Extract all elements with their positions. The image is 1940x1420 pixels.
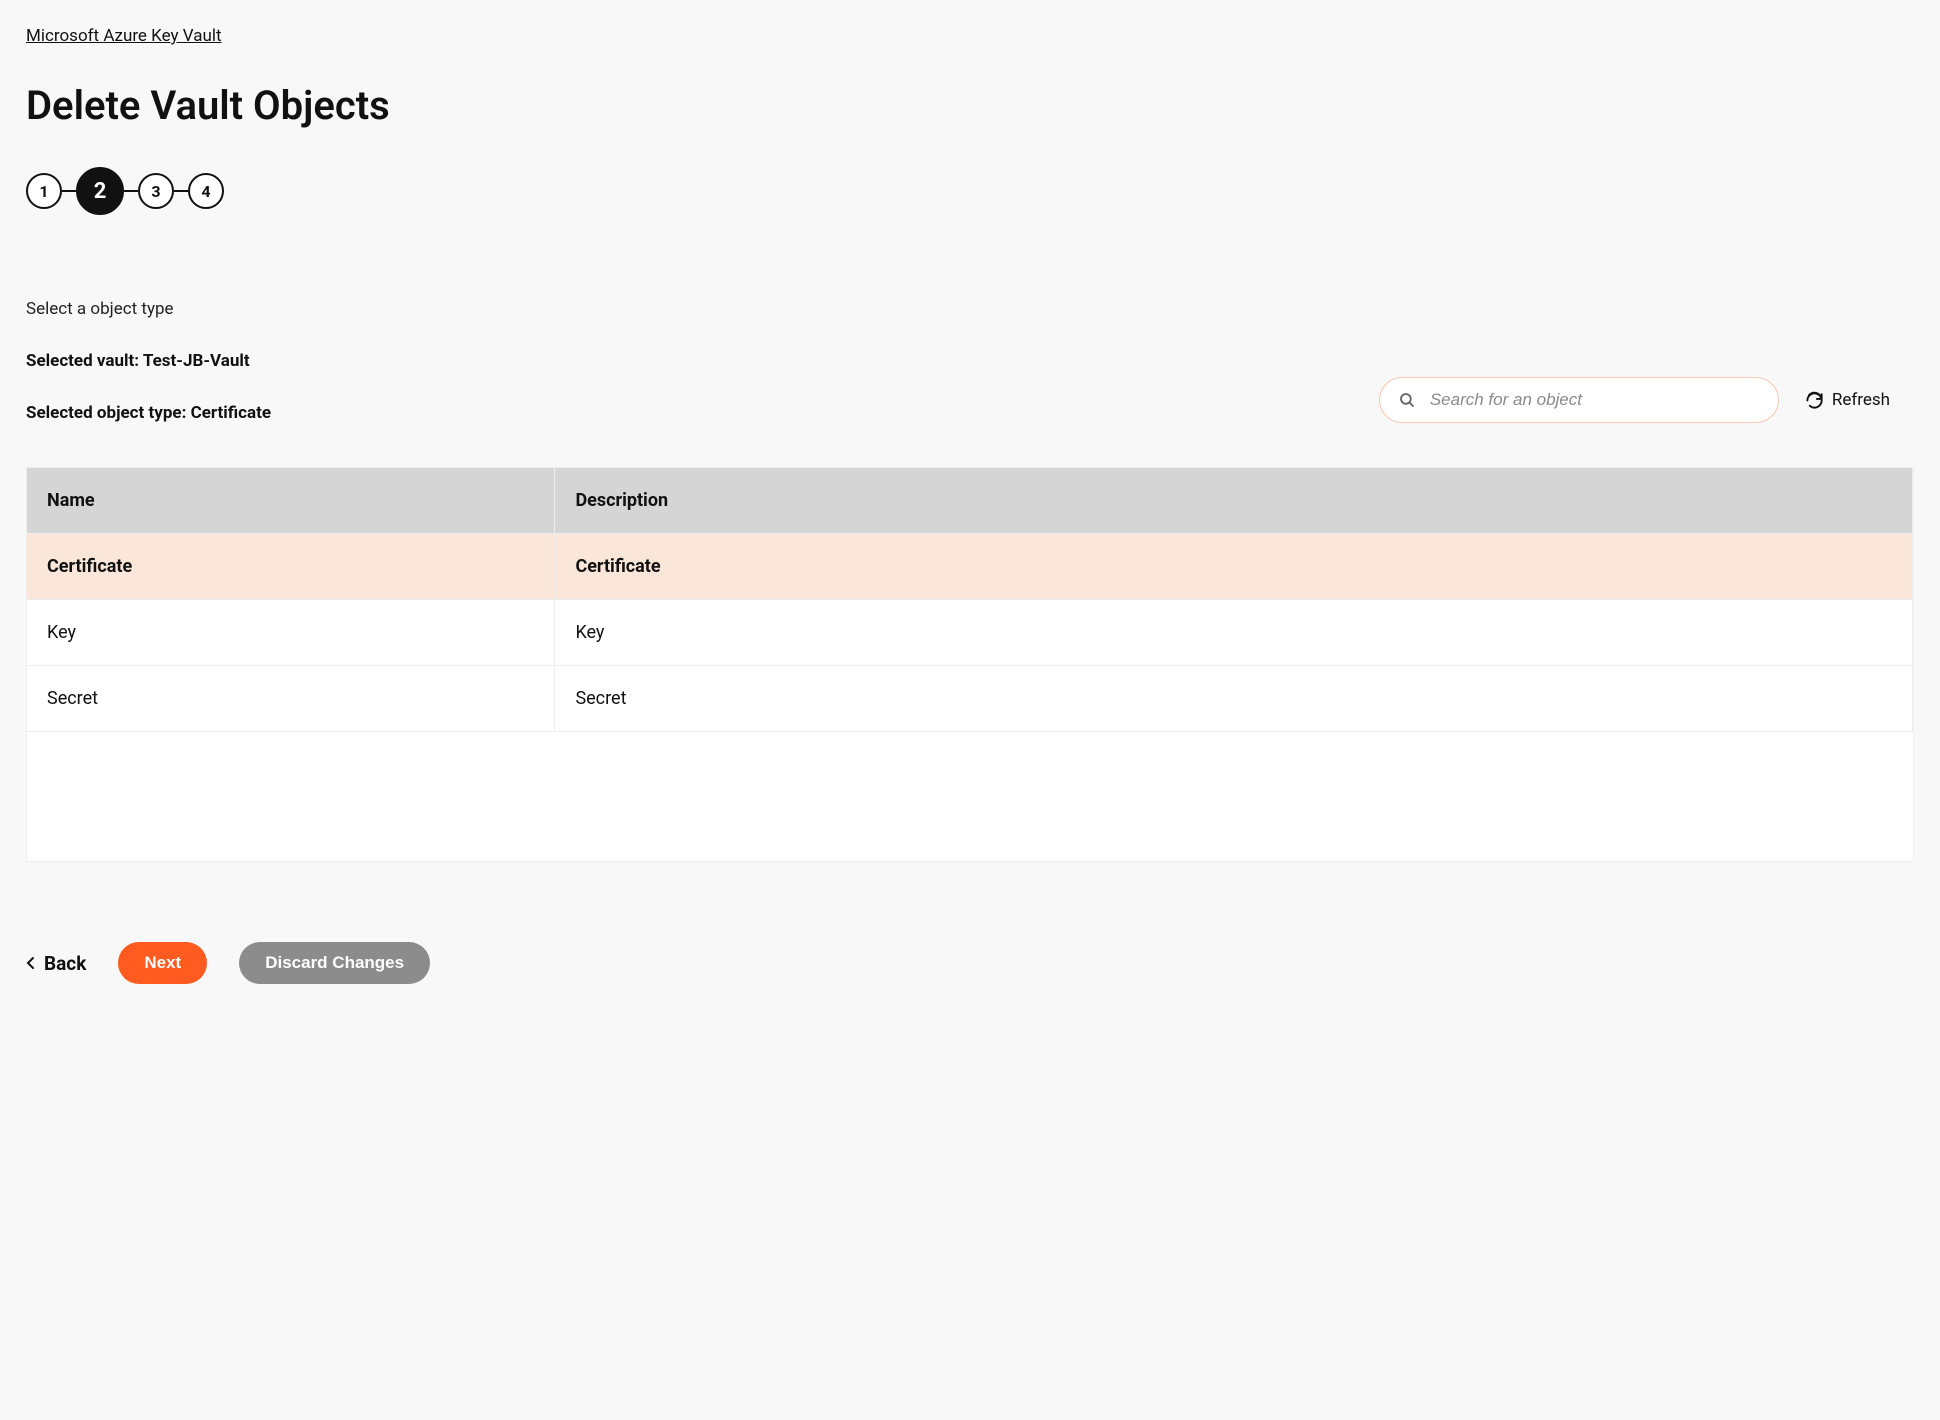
- table-row[interactable]: SecretSecret: [27, 666, 1913, 732]
- cell-description: Certificate: [555, 534, 1913, 600]
- cell-name: Secret: [27, 666, 555, 732]
- search-box[interactable]: [1379, 377, 1779, 423]
- step-1[interactable]: 1: [26, 173, 62, 209]
- refresh-label: Refresh: [1832, 390, 1890, 410]
- step-connector: [124, 190, 138, 192]
- search-icon: [1398, 391, 1416, 409]
- step-3[interactable]: 3: [138, 173, 174, 209]
- discard-changes-button[interactable]: Discard Changes: [239, 942, 430, 984]
- column-header: Name: [27, 468, 555, 534]
- back-label: Back: [44, 952, 86, 975]
- search-input[interactable]: [1430, 390, 1760, 410]
- cell-description: Key: [555, 600, 1913, 666]
- cell-name: Key: [27, 600, 555, 666]
- step-connector: [174, 190, 188, 192]
- next-button[interactable]: Next: [118, 942, 207, 984]
- back-button[interactable]: Back: [26, 952, 86, 975]
- refresh-button[interactable]: Refresh: [1805, 390, 1890, 410]
- table-row[interactable]: KeyKey: [27, 600, 1913, 666]
- page-title: Delete Vault Objects: [26, 82, 1914, 129]
- step-2[interactable]: 2: [76, 167, 124, 215]
- section-label: Select a object type: [26, 299, 1914, 319]
- table-row[interactable]: CertificateCertificate: [27, 534, 1913, 600]
- step-4[interactable]: 4: [188, 173, 224, 209]
- refresh-icon: [1805, 391, 1824, 410]
- chevron-left-icon: [26, 956, 36, 970]
- breadcrumb-link[interactable]: Microsoft Azure Key Vault: [26, 26, 222, 46]
- cell-name: Certificate: [27, 534, 555, 600]
- step-connector: [62, 190, 76, 192]
- object-type-table: NameDescription CertificateCertificateKe…: [26, 467, 1914, 862]
- table-empty-space: [27, 731, 1913, 861]
- column-header: Description: [555, 468, 1913, 534]
- selected-vault-text: Selected vault: Test-JB-Vault: [26, 351, 1914, 371]
- cell-description: Secret: [555, 666, 1913, 732]
- stepper: 1234: [26, 167, 1914, 215]
